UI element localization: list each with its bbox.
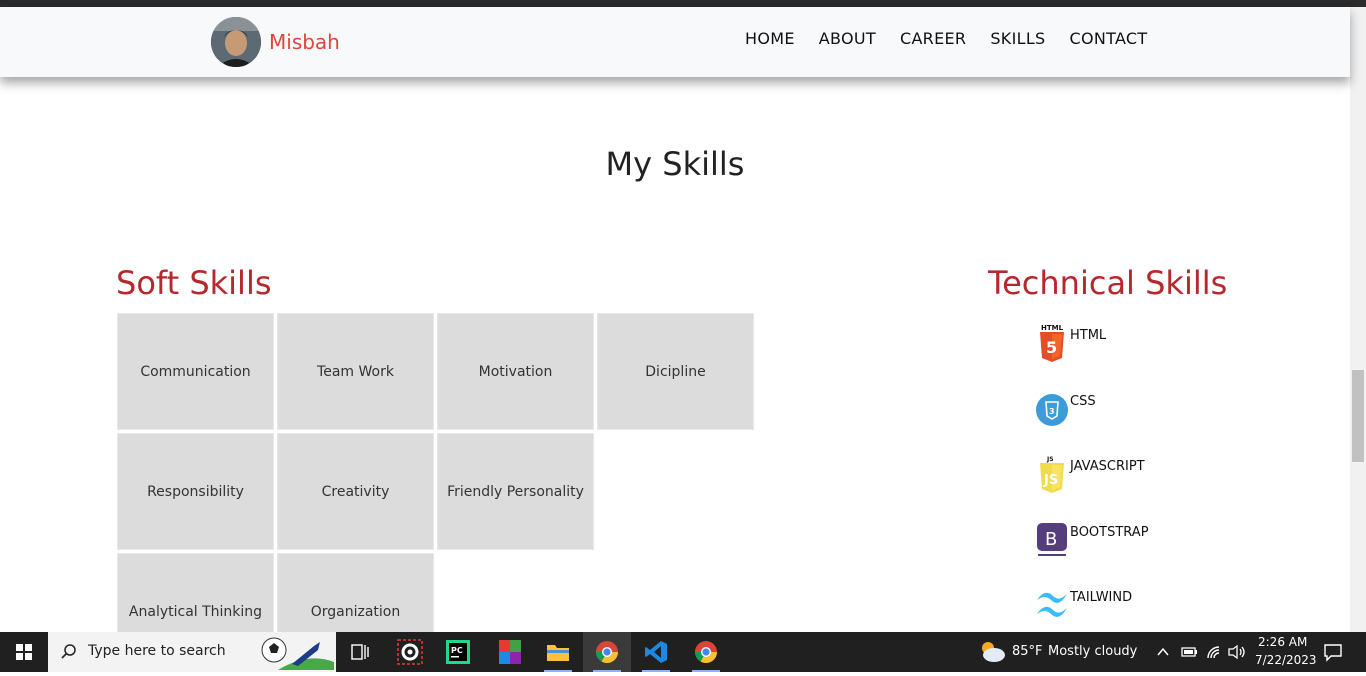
page-scrollbar[interactable] [1350, 7, 1366, 632]
tech-skill-label: JAVASCRIPT [1070, 459, 1145, 474]
search-icon [61, 644, 76, 659]
soft-skill-tile: Team Work [277, 313, 434, 430]
search-placeholder: Type here to search [88, 643, 226, 659]
svg-text:5: 5 [1046, 338, 1057, 357]
tech-skill-item: 3 CSS [1035, 388, 1235, 438]
svg-text:JS: JS [1046, 456, 1054, 463]
browser-top-strip [0, 0, 1366, 7]
tech-skill-item: JS JS JAVASCRIPT [1035, 453, 1235, 503]
tech-skill-label: CSS [1070, 394, 1096, 409]
archive-app-icon [499, 640, 521, 664]
svg-text:B: B [1045, 529, 1057, 550]
brand-name: Misbah [269, 30, 340, 54]
svg-text:PC: PC [451, 646, 463, 655]
pycharm-icon: PC [446, 640, 470, 664]
technical-skills-heading: Technical Skills [988, 264, 1228, 302]
windows-logo-icon [16, 644, 32, 660]
svg-text:HTML: HTML [1041, 324, 1064, 332]
start-button[interactable] [0, 632, 48, 672]
task-view-button[interactable] [336, 632, 384, 672]
svg-text:3: 3 [1049, 407, 1055, 416]
taskbar-app-vscode[interactable] [632, 632, 680, 672]
scrollbar-thumb[interactable] [1352, 370, 1364, 462]
nav-about-link[interactable]: ABOUT [819, 29, 876, 48]
notification-center-icon[interactable] [1323, 642, 1343, 662]
tech-skill-item: TAILWIND [1035, 584, 1235, 634]
battery-icon[interactable] [1180, 644, 1198, 660]
tech-skill-item: B BOOTSTRAP [1035, 519, 1235, 569]
svg-text:JS: JS [1043, 473, 1058, 488]
nav-contact-link[interactable]: CONTACT [1070, 29, 1148, 48]
taskbar-app-chrome-active[interactable] [583, 632, 631, 672]
windows-taskbar: Type here to search PC 85°F Mostly cloud… [0, 632, 1366, 672]
avatar [211, 17, 261, 67]
taskbar-app-chrome-profile[interactable] [682, 632, 730, 672]
gear-tool-icon [397, 639, 423, 665]
css3-icon: 3 [1036, 394, 1068, 426]
nav-skills-link[interactable]: SKILLS [990, 29, 1045, 48]
folder-icon [547, 645, 569, 661]
taskbar-search-box[interactable]: Type here to search [48, 632, 336, 672]
clock-time[interactable]: 2:26 AM [1258, 635, 1307, 649]
taskbar-app-pycharm[interactable]: PC [434, 632, 482, 672]
soft-skill-tile: Responsibility [117, 433, 274, 550]
weather-temperature[interactable]: 85°F [1012, 644, 1043, 659]
weather-description[interactable]: Mostly cloudy [1048, 644, 1137, 659]
nav-career-link[interactable]: CAREER [900, 29, 966, 48]
weather-cloudy-icon [982, 642, 1005, 662]
tech-skill-label: HTML [1070, 328, 1107, 343]
nav-home-link[interactable]: HOME [745, 29, 795, 48]
chrome-profile-icon [695, 641, 717, 663]
javascript-icon: JS JS [1040, 456, 1064, 493]
tech-skill-label: BOOTSTRAP [1070, 525, 1149, 540]
vscode-icon [645, 641, 667, 663]
soft-skill-tile: Communication [117, 313, 274, 430]
soft-skills-heading: Soft Skills [116, 264, 272, 302]
soft-skill-tile: Creativity [277, 433, 434, 550]
chrome-icon [596, 641, 618, 663]
taskbar-app-settings-tool[interactable] [386, 632, 434, 672]
taskbar-app-file-explorer[interactable] [534, 632, 582, 672]
clock-date[interactable]: 7/22/2023 [1255, 653, 1317, 667]
html5-icon: HTML 5 [1040, 324, 1064, 362]
brand-link[interactable]: Misbah [211, 17, 340, 67]
bootstrap-icon: B [1037, 523, 1067, 556]
tech-skill-item: HTML 5 HTML [1035, 322, 1235, 372]
tech-skill-label: TAILWIND [1070, 590, 1133, 605]
soft-skill-tile: Motivation [437, 313, 594, 430]
section-title: My Skills [605, 145, 745, 183]
navbar: Misbah HOME ABOUT CAREER SKILLS CONTACT [0, 7, 1350, 77]
tailwind-icon [1037, 592, 1067, 617]
chevron-up-icon[interactable] [1156, 645, 1170, 659]
volume-icon[interactable] [1227, 644, 1247, 660]
task-view-icon [351, 644, 369, 660]
taskbar-app-winrar[interactable] [486, 632, 534, 672]
soft-skill-tile: Dicipline [597, 313, 754, 430]
nav-links: HOME ABOUT CAREER SKILLS CONTACT [745, 29, 1171, 48]
soft-skill-tile: Friendly Personality [437, 433, 594, 550]
soccer-promo-icon [261, 637, 334, 670]
wifi-icon[interactable] [1205, 644, 1223, 660]
